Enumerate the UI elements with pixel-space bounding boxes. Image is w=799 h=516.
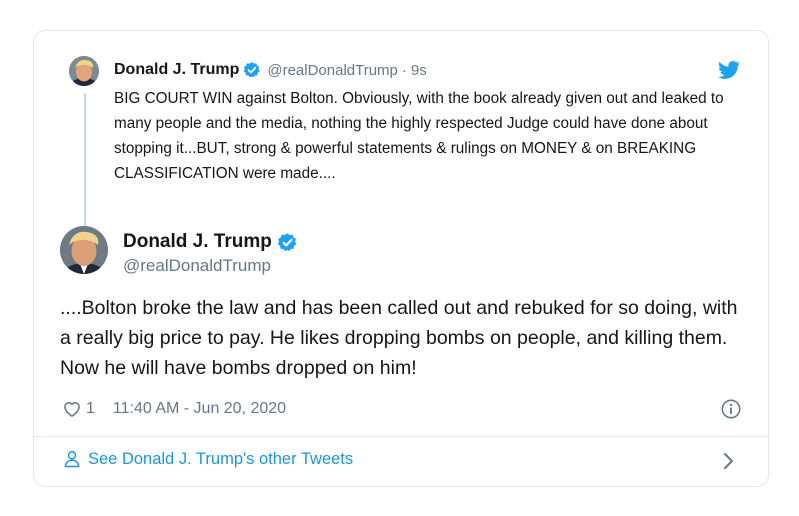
author-handle[interactable]: @realDonaldTrump xyxy=(123,256,271,276)
like-count[interactable]: 1 xyxy=(86,400,95,418)
author-avatar[interactable] xyxy=(60,226,108,274)
twitter-bird-icon[interactable] xyxy=(718,59,740,81)
person-icon xyxy=(62,449,82,469)
card-divider xyxy=(34,436,768,437)
see-other-tweets-link[interactable]: See Donald J. Trump's other Tweets xyxy=(62,449,353,469)
parent-tweet-header: Donald J. Trump @realDonaldTrump · 9s xyxy=(114,60,427,80)
chevron-right-icon[interactable] xyxy=(720,450,738,472)
author-name[interactable]: Donald J. Trump xyxy=(123,231,272,253)
parent-tweet-text: BIG COURT WIN against Bolton. Obviously,… xyxy=(114,90,724,182)
heart-icon[interactable] xyxy=(62,399,82,419)
tweet-text: ....Bolton broke the law and has been ca… xyxy=(60,297,738,379)
tweet-meta-row: 1 11:40 AM - Jun 20, 2020 xyxy=(62,399,286,419)
info-icon[interactable] xyxy=(720,398,742,420)
author-name-row: Donald J. Trump xyxy=(123,231,298,253)
see-other-tweets-label[interactable]: See Donald J. Trump's other Tweets xyxy=(88,450,353,469)
verified-badge-icon xyxy=(243,61,261,79)
tweet-timestamp[interactable]: 11:40 AM - Jun 20, 2020 xyxy=(113,400,286,418)
parent-author-handle[interactable]: @realDonaldTrump xyxy=(267,62,398,79)
verified-badge-icon xyxy=(277,232,298,253)
meta-separator: · xyxy=(401,61,407,79)
embedded-tweet-card[interactable]: Donald J. Trump @realDonaldTrump · 9s BI… xyxy=(33,30,769,487)
parent-author-name[interactable]: Donald J. Trump xyxy=(114,61,239,79)
parent-author-avatar[interactable] xyxy=(69,56,99,86)
parent-tweet-age[interactable]: 9s xyxy=(411,62,427,79)
